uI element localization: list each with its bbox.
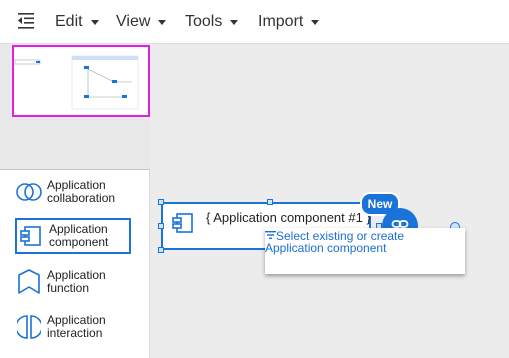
palette-item-application-function[interactable]: Application function bbox=[15, 264, 131, 300]
application-function-icon bbox=[15, 268, 43, 296]
select-existing-text: Select existing or create Application co… bbox=[265, 229, 405, 255]
caret-down-icon bbox=[230, 19, 239, 25]
caret-down-icon bbox=[311, 19, 320, 25]
resize-handle-left[interactable] bbox=[158, 223, 164, 229]
palette-item-application-interaction[interactable]: Application interaction bbox=[15, 309, 131, 345]
filter-icon bbox=[265, 230, 276, 240]
application-component-icon bbox=[17, 222, 45, 250]
palette-item-label: Application collaboration bbox=[47, 178, 116, 205]
application-component-icon bbox=[171, 211, 195, 240]
left-panel: Application collaboration Application co… bbox=[0, 44, 150, 358]
caret-down-icon bbox=[90, 19, 99, 25]
resize-handle-bottom-left[interactable] bbox=[158, 247, 164, 253]
menu-tools-label: Tools bbox=[185, 13, 223, 30]
palette-item-label: Application interaction bbox=[47, 313, 106, 340]
menu-import[interactable]: Import bbox=[258, 0, 320, 44]
application-interaction-icon bbox=[15, 313, 43, 341]
application-collaboration-icon bbox=[15, 178, 43, 206]
menu-collapse-icon[interactable] bbox=[16, 11, 36, 31]
menu-edit[interactable]: Edit bbox=[55, 0, 99, 44]
resize-handle-top-left[interactable] bbox=[158, 199, 164, 205]
palette-item-application-component[interactable]: Application component bbox=[15, 218, 131, 254]
resize-handle-top[interactable] bbox=[267, 199, 273, 205]
palette-item-label: Application function bbox=[47, 268, 106, 295]
menu-import-label: Import bbox=[258, 13, 304, 30]
palette-item-label: Application component bbox=[49, 222, 109, 249]
select-existing-option[interactable]: Select existing or create Application co… bbox=[265, 230, 435, 254]
select-existing-dropdown[interactable]: Select existing or create Application co… bbox=[265, 228, 465, 274]
overview-minimap[interactable] bbox=[0, 44, 150, 170]
caret-down-icon bbox=[158, 19, 167, 25]
overview-viewport-frame[interactable] bbox=[12, 45, 150, 117]
minimap-preview bbox=[14, 55, 139, 110]
menu-view-label: View bbox=[116, 13, 151, 30]
menu-view[interactable]: View bbox=[116, 0, 167, 44]
diagram-canvas[interactable]: { Application component #1 } New Select … bbox=[150, 44, 509, 358]
node-title[interactable]: { Application component #1 } bbox=[206, 210, 371, 225]
menu-tools[interactable]: Tools bbox=[185, 0, 239, 44]
top-toolbar: Edit View Tools Import bbox=[0, 0, 509, 44]
menu-edit-label: Edit bbox=[55, 13, 83, 30]
palette-item-application-collaboration[interactable]: Application collaboration bbox=[15, 174, 131, 210]
